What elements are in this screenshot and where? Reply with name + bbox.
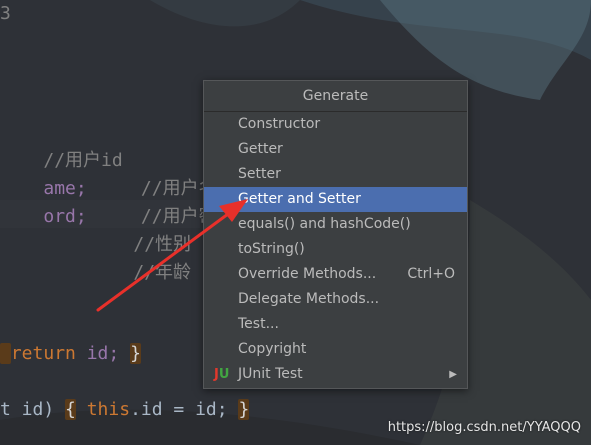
menu-item-label: Setter	[238, 166, 281, 182]
menu-item-copyright[interactable]: Copyright	[204, 337, 467, 362]
brace-close: }	[130, 343, 141, 364]
code-line-gender: //性别	[90, 203, 191, 255]
menu-item-label: Getter	[238, 141, 283, 157]
menu-item-test[interactable]: Test...	[204, 312, 467, 337]
generate-popup[interactable]: Generate Constructor Getter Setter Gette…	[203, 80, 468, 389]
menu-item-label: Constructor	[238, 116, 321, 132]
menu-item-setter[interactable]: Setter	[204, 162, 467, 187]
popup-title: Generate	[204, 81, 467, 112]
menu-item-override-methods[interactable]: Override Methods... Ctrl+O	[204, 262, 467, 287]
menu-item-label: Override Methods...	[238, 266, 377, 282]
menu-item-getter[interactable]: Getter	[204, 137, 467, 162]
menu-item-label: toString()	[238, 241, 305, 257]
menu-item-label: equals() and hashCode()	[238, 216, 411, 232]
code-line-username: ame; //用户名	[0, 147, 216, 199]
menu-item-tostring[interactable]: toString()	[204, 237, 467, 262]
code-field: ord;	[43, 206, 87, 227]
code-line: 3	[0, 3, 11, 24]
code-body: .id = id;	[130, 399, 228, 420]
code-comment: //年龄	[133, 262, 192, 283]
code-line-user-id: //用户id	[0, 119, 122, 171]
code-line-password: ord; //用户密码	[0, 175, 234, 227]
junit-icon: JU	[214, 367, 230, 382]
code-params: t id)	[0, 399, 55, 420]
code-field: id;	[86, 343, 120, 364]
code-line-age: //年龄	[90, 231, 191, 283]
shortcut-label: Ctrl+O	[407, 266, 455, 282]
brace-open: {	[65, 399, 76, 420]
menu-item-label: Getter and Setter	[238, 191, 361, 207]
menu-item-junit-test[interactable]: JU JUnit Test ▶	[204, 362, 467, 387]
generate-menu[interactable]: Constructor Getter Setter Getter and Set…	[204, 112, 467, 387]
return-keyword: return	[10, 343, 76, 364]
menu-item-equals-hashcode[interactable]: equals() and hashCode()	[204, 212, 467, 237]
menu-item-delegate-methods[interactable]: Delegate Methods...	[204, 287, 467, 312]
brace-highlight	[0, 343, 11, 364]
menu-item-constructor[interactable]: Constructor	[204, 112, 467, 137]
brace-close: }	[238, 399, 250, 420]
menu-item-label: Test...	[238, 316, 279, 332]
menu-item-getter-and-setter[interactable]: Getter and Setter	[204, 187, 467, 212]
menu-item-label: Copyright	[238, 341, 307, 357]
watermark: https://blog.csdn.net/YYAQQQ	[387, 420, 581, 435]
menu-item-label: Delegate Methods...	[238, 291, 380, 307]
this-keyword: this	[86, 399, 131, 420]
submenu-arrow-icon: ▶	[449, 369, 457, 380]
menu-item-label: JUnit Test	[238, 366, 303, 382]
code-line-getter: return id; }	[0, 340, 141, 368]
code-line-setter: t id) { this.id = id; }	[0, 396, 250, 424]
